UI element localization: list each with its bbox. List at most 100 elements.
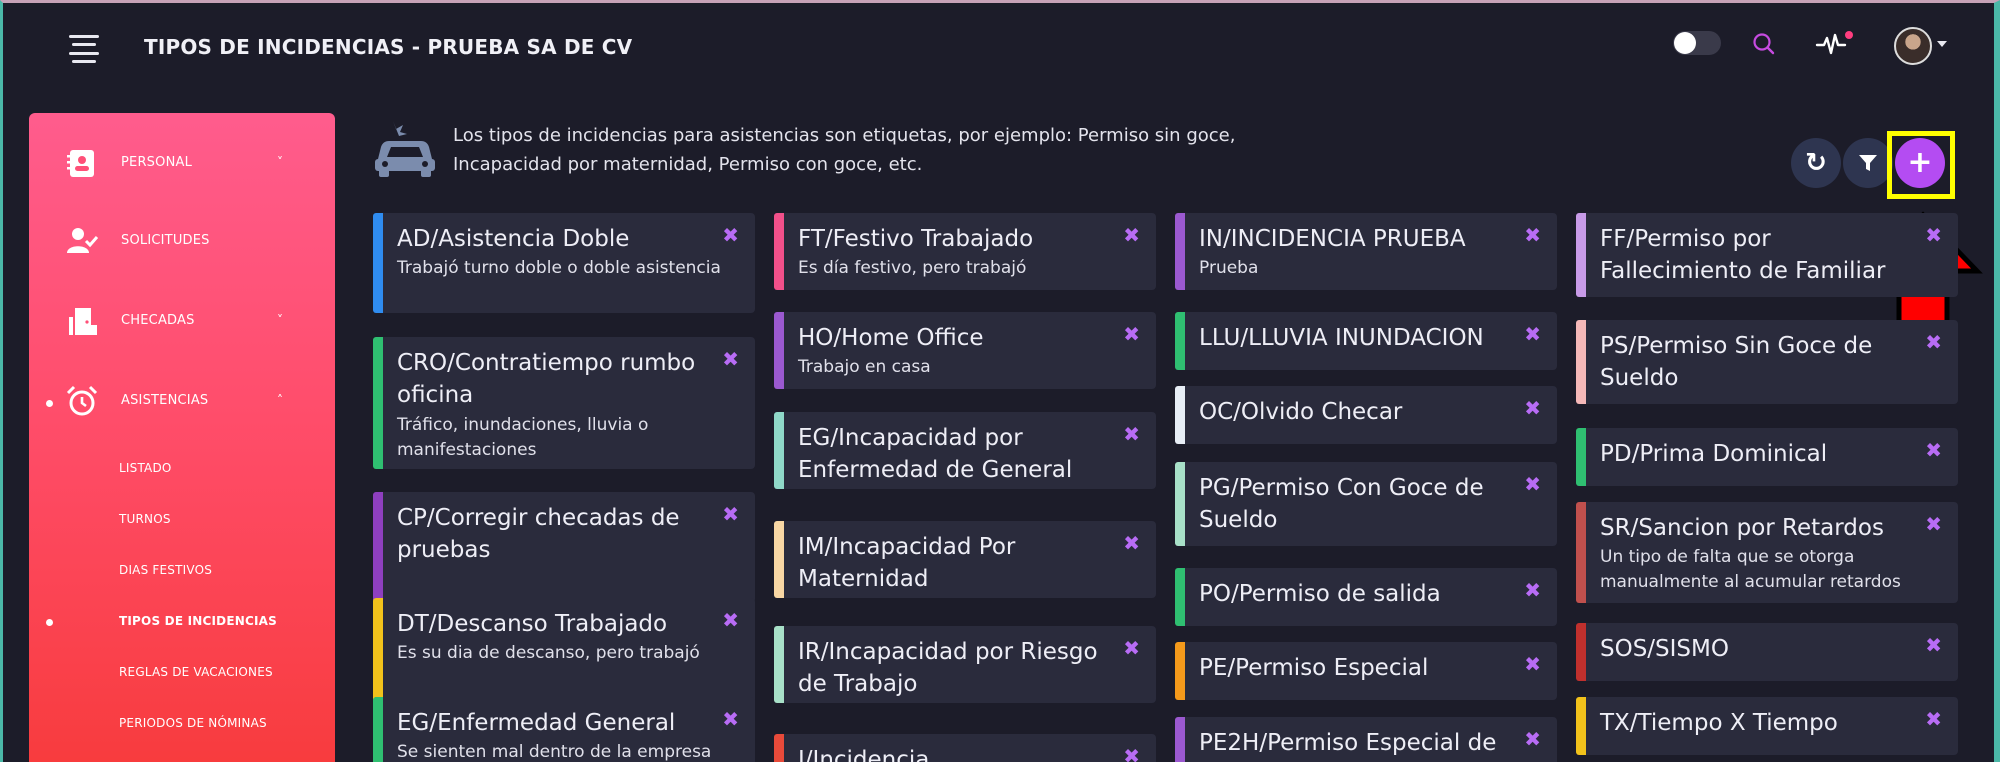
delete-icon[interactable]: ✖ <box>1925 438 1942 462</box>
delete-icon[interactable]: ✖ <box>1524 578 1541 602</box>
card-color-bar <box>1175 717 1185 762</box>
filter-icon <box>1859 155 1877 171</box>
card-color-bar <box>1576 623 1586 681</box>
card-description: Es su dia de descanso, pero trabajó <box>397 643 700 663</box>
sidebar-item-personal[interactable]: PERSONAL ˅ <box>29 133 335 193</box>
info-line: Incapacidad por maternidad, Permiso con … <box>453 154 923 175</box>
menu-icon[interactable] <box>67 35 101 63</box>
card-description: Prueba <box>1199 258 1259 278</box>
incidence-card[interactable]: IM/Incapacidad Por Maternidad ✖ <box>774 521 1156 598</box>
incidence-card[interactable]: AD/Asistencia Doble Trabajó turno doble o… <box>373 213 755 313</box>
delete-icon[interactable]: ✖ <box>1524 472 1541 496</box>
delete-icon[interactable]: ✖ <box>722 502 739 526</box>
filter-button[interactable] <box>1843 138 1893 188</box>
incidence-card[interactable]: PS/Permiso Sin Goce de Sueldo ✖ <box>1576 320 1958 404</box>
card-title: PO/Permiso de salida <box>1199 581 1441 607</box>
incidence-card[interactable]: TX/Tiempo X Tiempo ✖ <box>1576 697 1958 755</box>
delete-icon[interactable]: ✖ <box>722 707 739 731</box>
card-color-bar <box>774 412 784 489</box>
delete-icon[interactable]: ✖ <box>1925 223 1942 247</box>
delete-icon[interactable]: ✖ <box>1524 322 1541 346</box>
incidence-card[interactable]: DT/Descanso Trabajado Es su dia de descan… <box>373 598 755 709</box>
sidebar-item-solicitudes[interactable]: SOLICITUDES <box>29 211 335 271</box>
incidence-card[interactable]: PE2H/Permiso Especial de 2 ✖ <box>1175 717 1557 762</box>
incidence-card[interactable]: HO/Home Office Trabajo en casa ✖ <box>774 312 1156 389</box>
activity-icon[interactable] <box>1815 29 1849 59</box>
delete-icon[interactable]: ✖ <box>1925 512 1942 536</box>
toggle-knob <box>1674 32 1696 54</box>
avatar[interactable] <box>1894 27 1932 65</box>
delete-icon[interactable]: ✖ <box>722 347 739 371</box>
sidebar: PERSONAL ˅ SOLICITUDES CHECADAS ˅ ASISTE… <box>29 113 335 762</box>
delete-icon[interactable]: ✖ <box>722 608 739 632</box>
delete-icon[interactable]: ✖ <box>1123 422 1140 446</box>
delete-icon[interactable]: ✖ <box>1524 223 1541 247</box>
card-title: LLU/LLUVIA INUNDACION <box>1199 325 1484 351</box>
sidebar-subitem-turnos[interactable]: TURNOS <box>119 512 171 526</box>
sidebar-item-asistencias[interactable]: ASISTENCIAS ˄ <box>29 371 335 431</box>
info-line: Los tipos de incidencias para asistencia… <box>453 125 1236 146</box>
incidence-card[interactable]: SR/Sancion por Retardos Un tipo de falta … <box>1576 502 1958 603</box>
delete-icon[interactable]: ✖ <box>1524 727 1541 751</box>
card-description: Es día festivo, pero trabajó <box>798 258 1027 278</box>
incidence-card[interactable]: EG/Enfermedad General Se sienten mal dent… <box>373 697 755 762</box>
incidence-card[interactable]: CP/Corregir checadas de pruebas ✖ <box>373 492 755 603</box>
incidence-card[interactable]: IR/Incapacidad por Riesgo de Trabajo ✖ <box>774 626 1156 703</box>
card-color-bar <box>1175 312 1185 370</box>
incidence-card[interactable]: FF/Permiso por Fallecimiento de Familiar… <box>1576 213 1958 297</box>
incidence-card[interactable]: PO/Permiso de salida ✖ <box>1175 568 1557 626</box>
chevron-down-icon[interactable] <box>1937 41 1947 47</box>
card-title: PE/Permiso Especial <box>1199 655 1429 681</box>
active-indicator <box>46 619 53 626</box>
delete-icon[interactable]: ✖ <box>1524 396 1541 420</box>
sidebar-item-label: PERSONAL <box>121 155 193 170</box>
card-description: Se sienten mal dentro de la empresa <box>397 742 712 762</box>
delete-icon[interactable]: ✖ <box>722 223 739 247</box>
card-title: EG/Incapacidad por Enfermedad de General <box>798 425 1073 483</box>
theme-toggle[interactable] <box>1673 31 1721 55</box>
app-window: TIPOS DE INCIDENCIAS - PRUEBA SA DE CV P… <box>0 0 2000 762</box>
incidence-card[interactable]: PG/Permiso Con Goce de Sueldo ✖ <box>1175 462 1557 546</box>
sidebar-subitem-dias-festivos[interactable]: DIAS FESTIVOS <box>119 563 212 577</box>
refresh-button[interactable]: ↻ <box>1791 138 1841 188</box>
card-title: HO/Home Office <box>798 325 984 351</box>
incidence-card[interactable]: IN/INCIDENCIA PRUEBA Prueba ✖ <box>1175 213 1557 290</box>
delete-icon[interactable]: ✖ <box>1925 633 1942 657</box>
card-title: I/Incidencia <box>798 747 930 762</box>
card-title: AD/Asistencia Doble <box>397 226 630 252</box>
card-color-bar <box>1576 213 1586 297</box>
incidence-card[interactable]: LLU/LLUVIA INUNDACION ✖ <box>1175 312 1557 370</box>
sidebar-subitem-reglas-de-vacaciones[interactable]: REGLAS DE VACACIONES <box>119 665 273 679</box>
delete-icon[interactable]: ✖ <box>1925 707 1942 731</box>
search-icon[interactable] <box>1751 31 1777 57</box>
card-title: PE2H/Permiso Especial de 2 <box>1199 730 1497 756</box>
sidebar-subitem-tipos-de-incidencias[interactable]: TIPOS DE INCIDENCIAS <box>119 614 277 628</box>
incidence-card[interactable]: SOS/SISMO ✖ <box>1576 623 1958 681</box>
delete-icon[interactable]: ✖ <box>1123 223 1140 247</box>
chevron-down-icon: ˅ <box>277 313 283 327</box>
card-title: PG/Permiso Con Goce de Sueldo <box>1199 475 1484 533</box>
sidebar-subitem-listado[interactable]: LISTADO <box>119 461 172 475</box>
card-color-bar <box>1576 502 1586 603</box>
sidebar-item-checadas[interactable]: CHECADAS ˅ <box>29 291 335 351</box>
delete-icon[interactable]: ✖ <box>1123 636 1140 660</box>
delete-icon[interactable]: ✖ <box>1925 330 1942 354</box>
card-color-bar <box>1576 697 1586 755</box>
incidence-card[interactable]: I/Incidencia ✖ <box>774 734 1156 762</box>
card-description: Tráfico, inundaciones, lluvia o manifest… <box>397 415 649 460</box>
incidence-card[interactable]: CRO/Contratiempo rumbo oficina Tráfico, i… <box>373 337 755 469</box>
card-title: PD/Prima Dominical <box>1600 441 1828 467</box>
sidebar-subitem-periodos-de-nominas[interactable]: PERIODOS DE NÓMINAS <box>119 716 267 730</box>
incidence-card[interactable]: PE/Permiso Especial ✖ <box>1175 642 1557 700</box>
car-crash-icon <box>375 121 435 177</box>
incidence-card[interactable]: PD/Prima Dominical ✖ <box>1576 428 1958 486</box>
incidence-card[interactable]: OC/Olvido Checar ✖ <box>1175 386 1557 444</box>
card-title: PS/Permiso Sin Goce de Sueldo <box>1600 333 1873 391</box>
incidence-card[interactable]: EG/Incapacidad por Enfermedad de General… <box>774 412 1156 489</box>
delete-icon[interactable]: ✖ <box>1524 652 1541 676</box>
delete-icon[interactable]: ✖ <box>1123 322 1140 346</box>
incidence-card[interactable]: FT/Festivo Trabajado Es día festivo, pero… <box>774 213 1156 290</box>
card-title: DT/Descanso Trabajado <box>397 611 668 637</box>
delete-icon[interactable]: ✖ <box>1123 744 1140 762</box>
delete-icon[interactable]: ✖ <box>1123 531 1140 555</box>
